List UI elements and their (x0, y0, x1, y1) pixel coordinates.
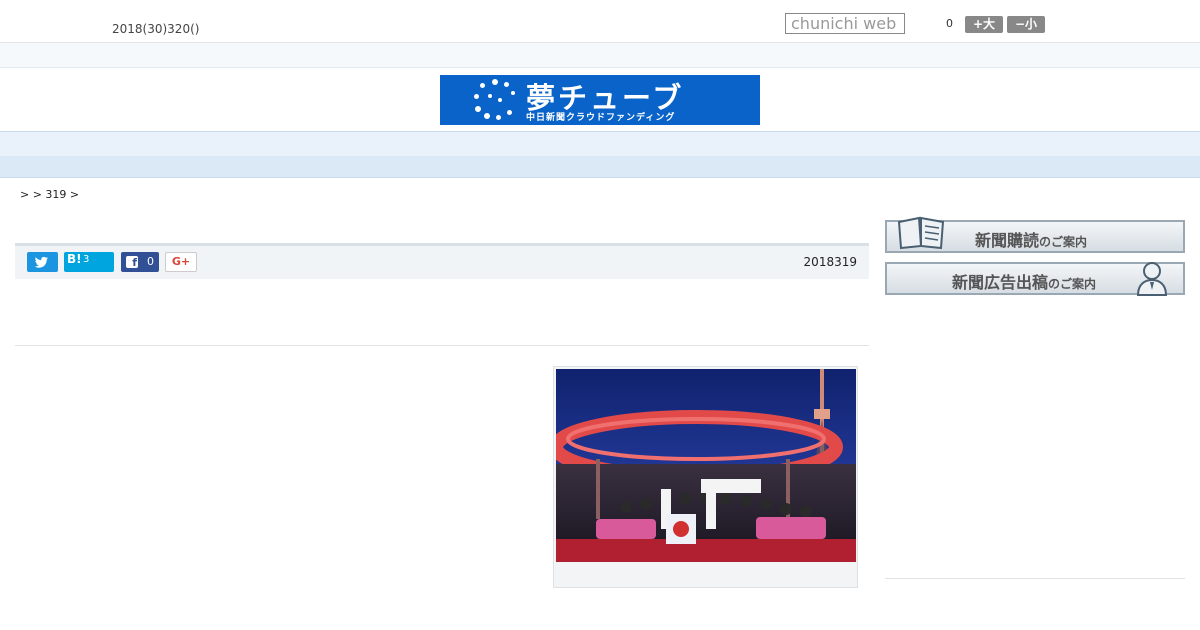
banner2-suffix: のご案内 (1048, 277, 1097, 291)
article-photo-frame (553, 366, 858, 588)
hatena-icon: B! (67, 252, 82, 266)
banner2-title: 新聞広告出稿 (952, 273, 1049, 292)
dot-circle-icon (474, 79, 518, 121)
breadcrumb[interactable]: > > 319 > (20, 188, 79, 201)
newspaper-ad-banner[interactable]: 新聞広告出稿のご案内 (885, 262, 1185, 296)
top-bar: 2018(30)320() chunichi web 0 +大 −小 (0, 0, 1200, 43)
font-size-increase-button[interactable]: +大 (965, 16, 1003, 33)
article-photo[interactable] (556, 369, 856, 562)
newspaper-subscription-banner[interactable]: 新聞購読のご案内 (885, 216, 1185, 253)
article-date: 2018319 (803, 255, 857, 269)
facebook-icon: f (126, 256, 138, 269)
header-band (0, 43, 1200, 68)
search-input[interactable]: chunichi web (785, 13, 905, 34)
yume-tube-logo[interactable]: 夢チューブ 中日新聞クラウドファンディング (440, 75, 760, 125)
font-size-decrease-button[interactable]: −小 (1007, 16, 1045, 33)
facebook-count: 0 (147, 255, 154, 268)
facebook-share-button[interactable]: f 0 (121, 252, 159, 272)
counter-value: 0 (946, 17, 953, 30)
share-bar: B! 3 f 0 G+ 2018319 (15, 243, 869, 279)
open-book-icon (897, 216, 945, 250)
current-date: 2018(30)320() (112, 22, 200, 36)
banner1-title: 新聞購読 (975, 231, 1040, 250)
main-nav (0, 131, 1200, 157)
hatena-bookmark-button[interactable]: B! 3 (64, 252, 114, 272)
banner1-suffix: のご案内 (1039, 235, 1088, 249)
hatena-count: 3 (83, 254, 90, 265)
twitter-share-button[interactable] (27, 252, 58, 272)
person-icon (1136, 262, 1168, 296)
google-plus-share-button[interactable]: G+ (165, 252, 197, 272)
divider (15, 345, 869, 346)
twitter-icon (34, 256, 48, 268)
sub-nav-band (0, 156, 1200, 178)
logo-subtitle: 中日新聞クラウドファンディング (526, 113, 676, 123)
sidebar-divider (885, 578, 1185, 579)
